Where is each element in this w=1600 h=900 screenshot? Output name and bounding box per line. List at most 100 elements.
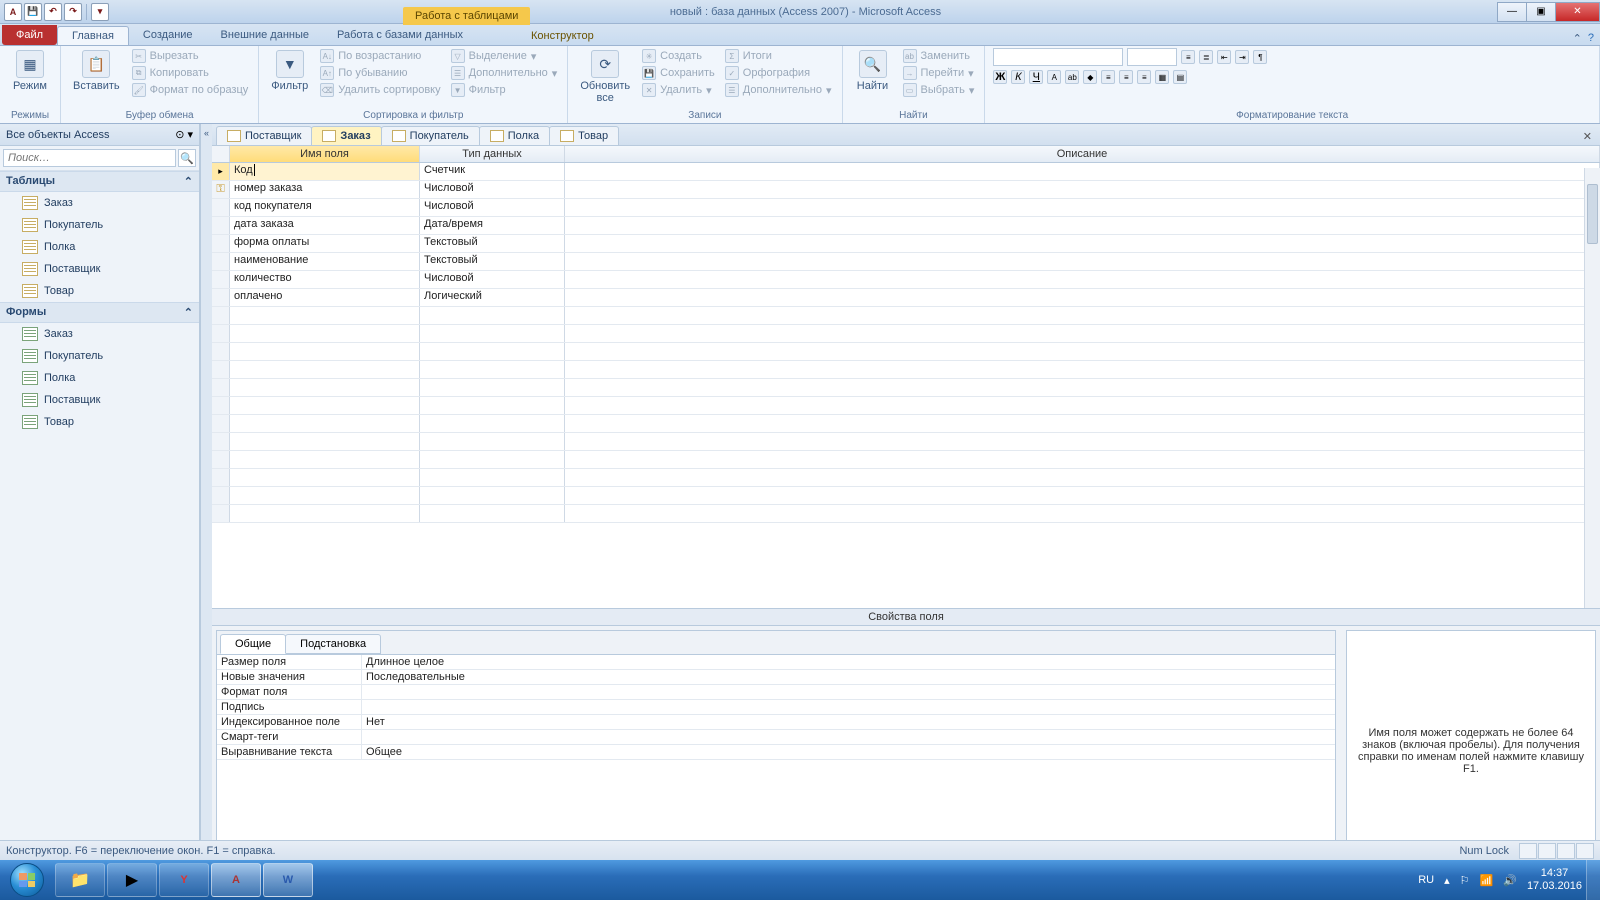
props-tab-general[interactable]: Общие xyxy=(220,634,286,654)
language-indicator[interactable]: RU xyxy=(1418,874,1434,886)
property-row[interactable]: Подпись xyxy=(217,700,1335,715)
property-row[interactable]: Формат поля xyxy=(217,685,1335,700)
sort-asc-button[interactable]: A↓По возрастанию xyxy=(318,48,442,64)
tray-flag-icon[interactable]: ⚐ xyxy=(1460,874,1470,887)
doctab-Полка[interactable]: Полка xyxy=(479,126,550,145)
help-icon[interactable]: ? xyxy=(1588,32,1594,45)
taskbar-word[interactable]: W xyxy=(263,863,313,897)
replace-button[interactable]: abЗаменить xyxy=(901,48,977,64)
toggle-filter-button[interactable]: ▼Фильтр xyxy=(449,82,560,98)
field-row-empty[interactable] xyxy=(212,487,1600,505)
view-switcher[interactable] xyxy=(1519,843,1594,859)
ribbon-minimize-icon[interactable]: ⌃ xyxy=(1573,32,1582,45)
filter-button[interactable]: ▼Фильтр xyxy=(267,48,312,94)
tab-Главная[interactable]: Главная xyxy=(57,26,129,45)
indent-inc-icon[interactable]: ⇥ xyxy=(1235,50,1249,64)
save-record-button[interactable]: 💾Сохранить xyxy=(640,65,717,81)
highlight-icon[interactable]: ab xyxy=(1065,70,1079,84)
format-painter-button[interactable]: 🖌Формат по образцу xyxy=(130,82,251,98)
selection-filter-button[interactable]: ▽Выделение ▾ xyxy=(449,48,560,64)
new-record-button[interactable]: ✳Создать xyxy=(640,48,717,64)
totals-button[interactable]: ΣИтоги xyxy=(723,48,834,64)
doc-close-button[interactable]: ✕ xyxy=(1575,128,1600,145)
scrollbar-vertical[interactable] xyxy=(1584,168,1600,608)
minimize-button[interactable]: — xyxy=(1497,2,1527,22)
gridlines-icon[interactable]: ▦ xyxy=(1155,70,1169,84)
spelling-button[interactable]: ✓Орфография xyxy=(723,65,834,81)
tab-Создание[interactable]: Создание xyxy=(129,26,207,45)
fill-color-icon[interactable]: ◆ xyxy=(1083,70,1097,84)
field-row-empty[interactable] xyxy=(212,451,1600,469)
field-row[interactable]: наименованиеТекстовый xyxy=(212,253,1600,271)
indent-dec-icon[interactable]: ⇤ xyxy=(1217,50,1231,64)
close-button[interactable]: ✕ xyxy=(1555,2,1600,22)
property-row[interactable]: Новые значенияПоследовательные xyxy=(217,670,1335,685)
delete-record-button[interactable]: ✕Удалить ▾ xyxy=(640,82,717,98)
paste-button[interactable]: 📋Вставить xyxy=(69,48,124,94)
nav-item-Полка[interactable]: Полка xyxy=(0,236,199,258)
nav-item-Поставщик[interactable]: Поставщик xyxy=(0,389,199,411)
field-row-empty[interactable] xyxy=(212,307,1600,325)
maximize-button[interactable]: ▣ xyxy=(1526,2,1556,22)
font-color-icon[interactable]: A xyxy=(1047,70,1061,84)
alt-row-color-icon[interactable]: ▤ xyxy=(1173,70,1187,84)
col-description[interactable]: Описание xyxy=(565,146,1600,162)
align-right-icon[interactable]: ≡ xyxy=(1137,70,1151,84)
taskbar-clock[interactable]: 14:3717.03.2016 xyxy=(1527,867,1582,893)
find-button[interactable]: 🔍Найти xyxy=(851,48,895,94)
nav-dropdown-icon[interactable]: ⊙ ▾ xyxy=(175,128,193,141)
taskbar-media[interactable]: ▶ xyxy=(107,863,157,897)
property-row[interactable]: Размер поляДлинное целое xyxy=(217,655,1335,670)
save-icon[interactable]: 💾 xyxy=(24,3,42,21)
copy-button[interactable]: ⧉Копировать xyxy=(130,65,251,81)
nav-item-Полка[interactable]: Полка xyxy=(0,367,199,389)
nav-item-Покупатель[interactable]: Покупатель xyxy=(0,345,199,367)
tray-chevron-icon[interactable]: ▴ xyxy=(1444,874,1450,887)
nav-item-Заказ[interactable]: Заказ xyxy=(0,323,199,345)
col-field-name[interactable]: Имя поля xyxy=(230,146,420,162)
font-size-combo[interactable] xyxy=(1127,48,1177,66)
tray-volume-icon[interactable]: 🔊 xyxy=(1503,874,1517,887)
search-icon[interactable]: 🔍 xyxy=(178,149,196,167)
sort-desc-button[interactable]: A↑По убыванию xyxy=(318,65,442,81)
align-center-icon[interactable]: ≡ xyxy=(1119,70,1133,84)
goto-button[interactable]: →Перейти ▾ xyxy=(901,65,977,81)
redo-icon[interactable]: ↷ xyxy=(64,3,82,21)
nav-item-Поставщик[interactable]: Поставщик xyxy=(0,258,199,280)
nav-group-forms[interactable]: Формы⌃ xyxy=(0,302,199,323)
field-row-empty[interactable] xyxy=(212,397,1600,415)
taskbar-browser[interactable]: Y xyxy=(159,863,209,897)
italic-icon[interactable]: К xyxy=(1011,70,1025,84)
nav-collapse-button[interactable]: « xyxy=(200,124,212,876)
nav-item-Покупатель[interactable]: Покупатель xyxy=(0,214,199,236)
field-row-empty[interactable] xyxy=(212,505,1600,523)
property-row[interactable]: Выравнивание текстаОбщее xyxy=(217,745,1335,760)
field-row[interactable]: оплаченоЛогический xyxy=(212,289,1600,307)
numbering-icon[interactable]: ≣ xyxy=(1199,50,1213,64)
doctab-Покупатель[interactable]: Покупатель xyxy=(381,126,480,145)
refresh-all-button[interactable]: ⟳Обновить все xyxy=(576,48,634,106)
nav-item-Товар[interactable]: Товар xyxy=(0,411,199,433)
select-button[interactable]: ▭Выбрать ▾ xyxy=(901,82,977,98)
cut-button[interactable]: ✂Вырезать xyxy=(130,48,251,64)
qat-customize-icon[interactable]: ▾ xyxy=(91,3,109,21)
file-tab[interactable]: Файл xyxy=(2,25,57,45)
tab-constructor[interactable]: Конструктор xyxy=(517,27,608,45)
nav-group-tables[interactable]: Таблицы⌃ xyxy=(0,171,199,192)
property-row[interactable]: Индексированное полеНет xyxy=(217,715,1335,730)
app-icon[interactable]: A xyxy=(4,3,22,21)
undo-icon[interactable]: ↶ xyxy=(44,3,62,21)
tab-Работа с базами данных[interactable]: Работа с базами данных xyxy=(323,26,477,45)
font-family-combo[interactable] xyxy=(993,48,1123,66)
taskbar-access[interactable]: A xyxy=(211,863,261,897)
taskbar-explorer[interactable]: 📁 xyxy=(55,863,105,897)
tab-Внешние данные[interactable]: Внешние данные xyxy=(207,26,323,45)
show-desktop-button[interactable] xyxy=(1586,860,1600,900)
doctab-Поставщик[interactable]: Поставщик xyxy=(216,126,312,145)
field-row[interactable]: ▸КодСчетчик xyxy=(212,163,1600,181)
props-tab-lookup[interactable]: Подстановка xyxy=(285,634,381,654)
field-row-empty[interactable] xyxy=(212,325,1600,343)
start-button[interactable] xyxy=(0,860,54,900)
text-direction-icon[interactable]: ¶ xyxy=(1253,50,1267,64)
field-row[interactable]: количествоЧисловой xyxy=(212,271,1600,289)
